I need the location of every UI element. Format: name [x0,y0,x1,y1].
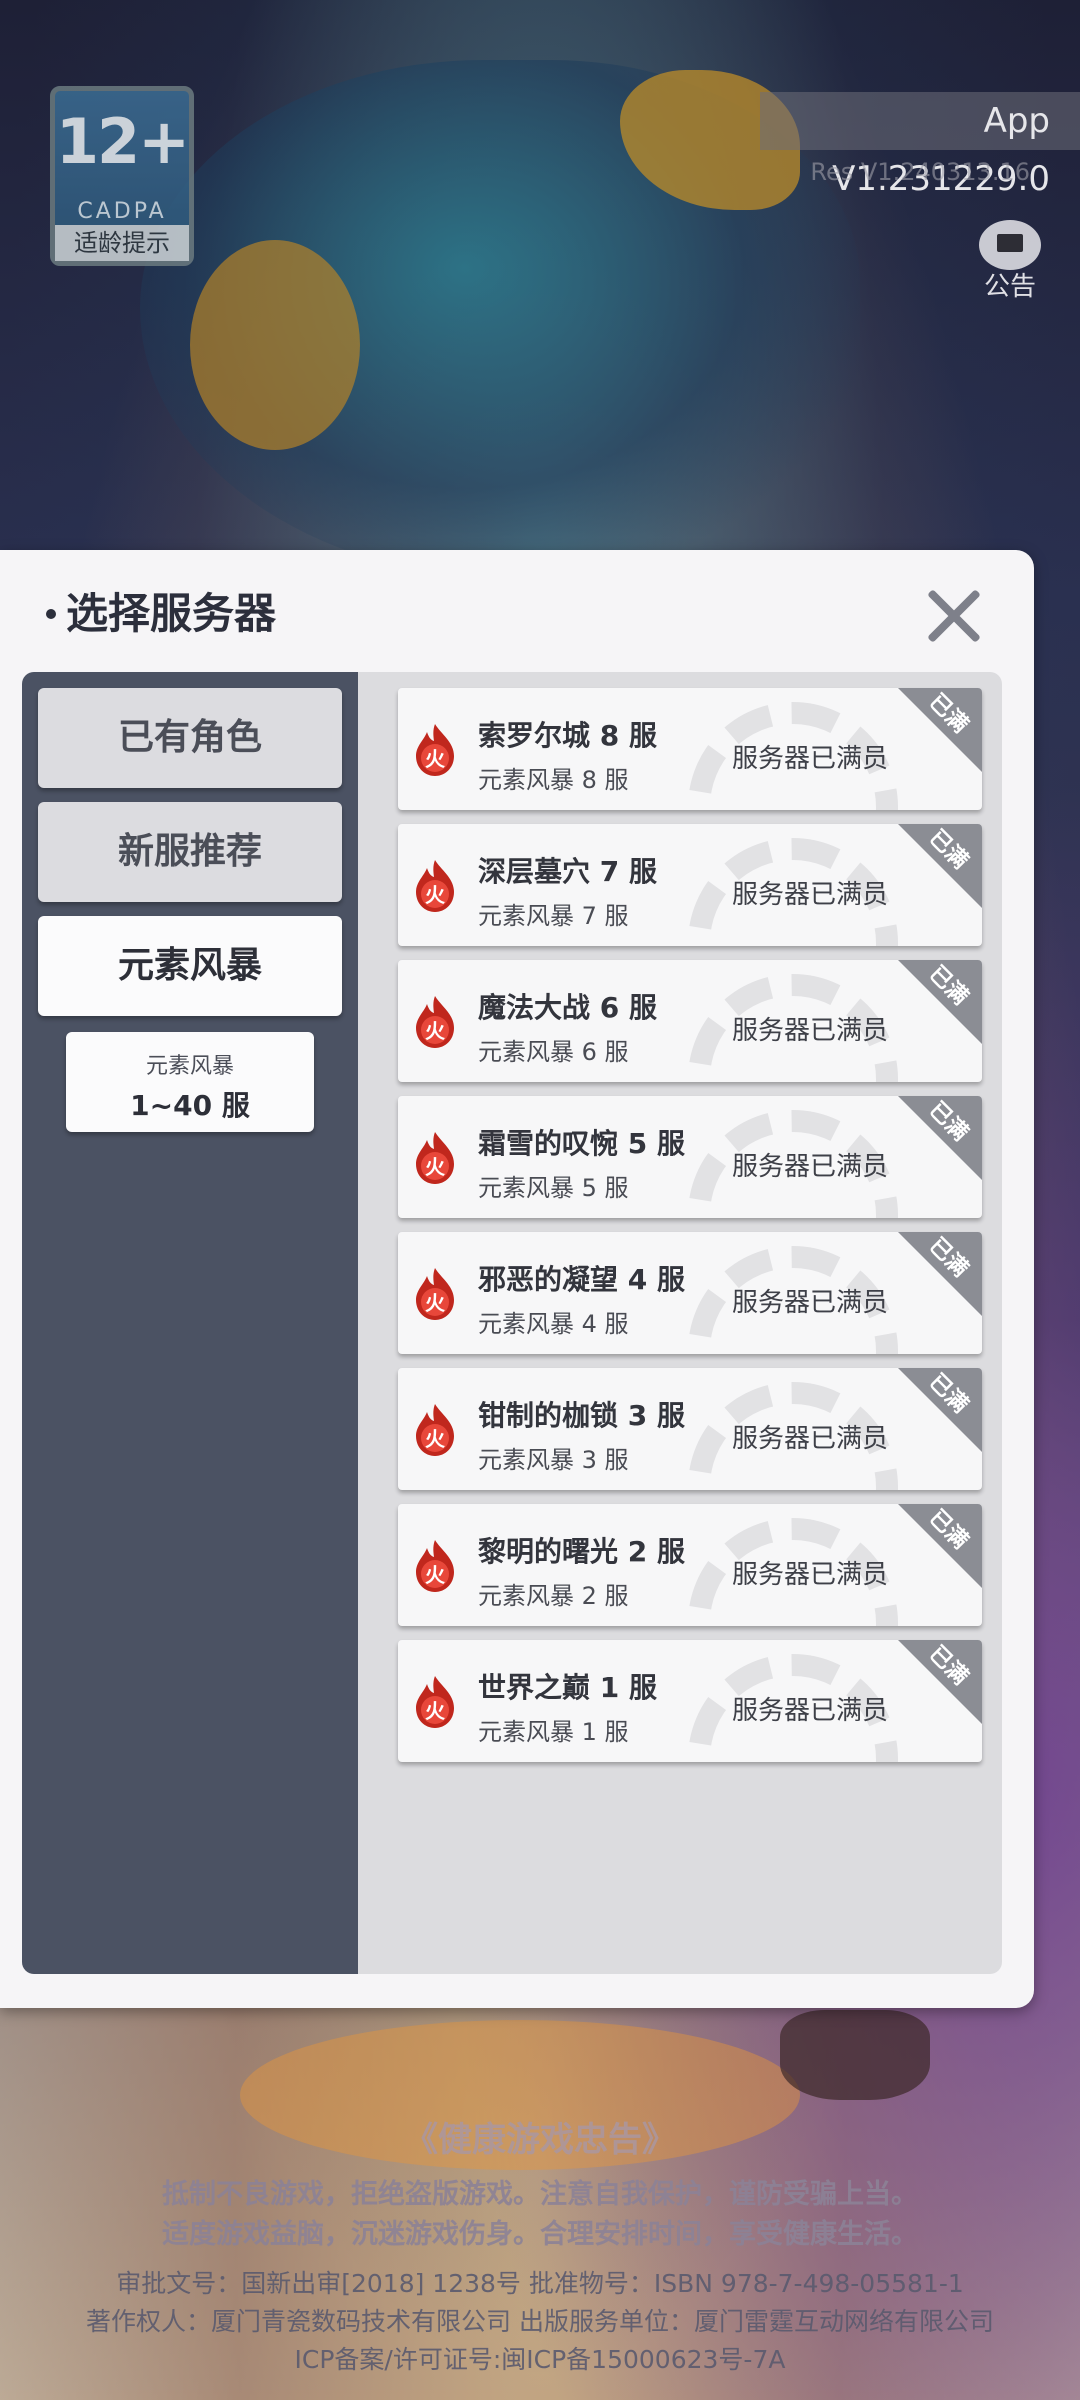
game-login-screen: 12+ CADPA 适龄提示 App V1.231229.0 Res V1.24… [0,0,1080,2400]
footer-heading: 《健康游戏忠告》 [404,2120,676,2160]
dialog-title-text: 选择服务器 [66,589,277,638]
fire-element-icon: 火 [416,1404,454,1456]
footer-advice-line-2: 适度游戏益脑，沉迷游戏伤身。合理安排时间，享受健康生活。 [162,2219,918,2250]
tab-elemental-storm[interactable]: 元素风暴 [38,916,342,1016]
server-group: 元素风暴 1 服 [478,1718,629,1746]
fire-glyph: 火 [425,1019,446,1043]
server-status: 服务器已满员 [732,1560,889,1590]
tab-existing-roles[interactable]: 已有角色 [38,688,342,788]
server-select-dialog: 选择服务器 已有角色 新服推荐 元素风暴 元素风暴 1~40 服 火 索罗尔城 8… [0,550,1034,2008]
server-name: 钳制的枷锁 3 服 [478,1399,685,1432]
close-button[interactable] [924,586,984,646]
app-version: App V1.231229.0 [760,92,1080,199]
server-name: 霜雪的叹惋 5 服 [478,1127,685,1160]
subtab-range: 1~40 服 [130,1089,250,1122]
fire-glyph: 火 [425,747,446,771]
footer-advice: 抵制不良游戏，拒绝盗版游戏。注意自我保护，谨防受骗上当。 适度游戏益脑，沉迷游戏… [0,2175,1080,2255]
notice-label: 公告 [983,272,1036,302]
tab-new-servers[interactable]: 新服推荐 [38,802,342,902]
subtab-group-name: 元素风暴 [145,1054,234,1079]
fire-glyph: 火 [425,1427,446,1451]
server-name: 邪恶的凝望 4 服 [478,1263,685,1296]
server-name: 魔法大战 6 服 [478,991,657,1024]
server-card[interactable]: 火黎明的曙光 2 服元素风暴 2 服服务器已满员 已满 [398,1504,982,1626]
server-group: 元素风暴 7 服 [478,902,629,930]
server-list: 火索罗尔城 8 服元素风暴 8 服服务器已满员 已满火深层墓穴 7 服元素风暴 7… [390,688,992,1776]
fire-element-icon: 火 [416,1268,454,1320]
fire-glyph: 火 [425,1155,446,1179]
server-card[interactable]: 火魔法大战 6 服元素风暴 6 服服务器已满员 已满 [398,960,982,1082]
server-name: 索罗尔城 8 服 [478,719,657,752]
server-name: 黎明的曙光 2 服 [478,1535,685,1568]
res-version: Res V1.240313.16 [810,158,1030,186]
fire-element-icon: 火 [416,996,454,1048]
server-group: 元素风暴 6 服 [478,1038,629,1066]
footer-legal-line-2: 著作权人：厦门青瓷数码技术有限公司 出版服务单位：厦门雷霆互动网络有限公司 [86,2307,994,2336]
server-status: 服务器已满员 [732,1152,889,1182]
notice-icon [979,220,1041,270]
footer-legal: 审批文号：国新出审[2018] 1238号 批准物号：ISBN 978-7-49… [0,2265,1080,2379]
background-character-art [140,60,860,580]
server-status: 服务器已满员 [732,880,889,910]
background-gold-armor [190,240,360,450]
server-card[interactable]: 火世界之巅 1 服元素风暴 1 服服务器已满员 已满 [398,1640,982,1762]
server-status: 服务器已满员 [732,1696,889,1726]
fire-element-icon: 火 [416,1540,454,1592]
server-group: 元素风暴 4 服 [478,1310,629,1338]
server-name: 世界之巅 1 服 [478,1671,657,1704]
server-panel: 已有角色 新服推荐 元素风暴 元素风暴 1~40 服 火 索罗尔城 8 服元素风暴… [22,672,1002,1974]
server-status: 服务器已满员 [732,1288,889,1318]
server-card[interactable]: 火霜雪的叹惋 5 服元素风暴 5 服服务器已满员 已满 [398,1096,982,1218]
age-rating: 12+ [55,105,190,178]
age-rating-badge[interactable]: 12+ CADPA 适龄提示 [50,86,194,266]
subtab-server-range[interactable]: 元素风暴 1~40 服 [66,1032,314,1132]
background-bow-tie [780,2010,930,2100]
fire-glyph: 火 [425,1563,446,1587]
server-group: 元素风暴 5 服 [478,1174,629,1202]
notice-button[interactable]: 公告 [978,220,1042,302]
server-category-sidebar: 已有角色 新服推荐 元素风暴 元素风暴 1~40 服 [22,672,358,1974]
fire-element-icon: 火 [416,1132,454,1184]
server-status: 服务器已满员 [732,744,889,774]
server-status: 服务器已满员 [732,1424,889,1454]
fire-element-icon: 火 [416,724,454,776]
server-group: 元素风暴 8 服 [478,766,629,794]
fire-element-icon: 火 [416,1676,454,1728]
server-status: 服务器已满员 [732,1016,889,1046]
server-card[interactable]: 火邪恶的凝望 4 服元素风暴 4 服服务器已满员 已满 [398,1232,982,1354]
server-group: 元素风暴 3 服 [478,1446,629,1474]
server-card[interactable]: 火钳制的枷锁 3 服元素风暴 3 服服务器已满员 已满 [398,1368,982,1490]
server-card[interactable]: 火深层墓穴 7 服元素风暴 7 服服务器已满员 已满 [398,824,982,946]
fire-glyph: 火 [425,1291,446,1315]
footer-legal-line-3: ICP备案/许可证号:闽ICP备15000623号-7A [294,2345,786,2374]
fire-element-icon: 火 [416,860,454,912]
server-name: 深层墓穴 7 服 [478,855,657,888]
age-org: CADPA [77,199,167,224]
server-card[interactable]: 火索罗尔城 8 服元素风暴 8 服服务器已满员 已满 [398,688,982,810]
fire-glyph: 火 [425,883,446,907]
title-bullet-icon [46,608,56,619]
footer-advice-line-1: 抵制不良游戏，拒绝盗版游戏。注意自我保护，谨防受骗上当。 [162,2179,918,2210]
age-tip: 适龄提示 [55,225,189,261]
footer-legal-line-1: 审批文号：国新出审[2018] 1238号 批准物号：ISBN 978-7-49… [116,2269,964,2298]
fire-glyph: 火 [425,1699,446,1723]
health-advice-footer: 《健康游戏忠告》 抵制不良游戏，拒绝盗版游戏。注意自我保护，谨防受骗上当。 适度… [0,2112,1080,2379]
server-group: 元素风暴 2 服 [478,1582,629,1610]
dialog-title: 选择服务器 [46,580,276,641]
